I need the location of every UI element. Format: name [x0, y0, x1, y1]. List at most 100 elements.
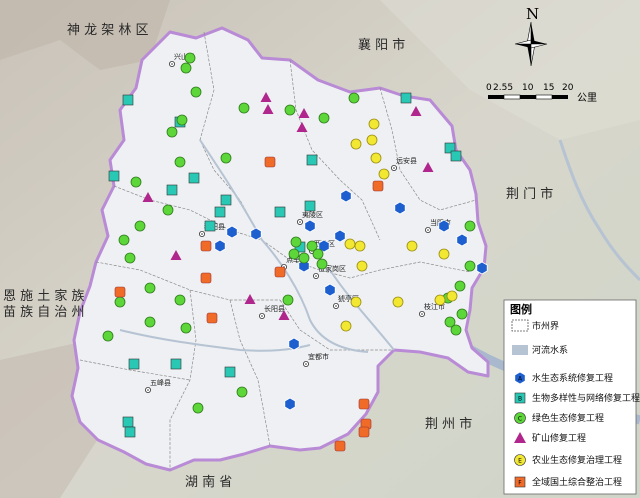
biodiversity-marker	[124, 426, 136, 438]
water-eco-marker	[214, 239, 226, 253]
legend-item-river: 河流水系	[512, 344, 568, 356]
legend-label: 绿色生态修复工程	[532, 412, 604, 424]
county-name: 夷陵区	[302, 210, 323, 219]
agri-eco-marker	[350, 138, 362, 150]
green-eco-marker	[190, 86, 202, 98]
agri-eco-marker	[378, 168, 390, 180]
legend-label: 生物多样性与网络修复工程	[532, 392, 640, 404]
biodiversity-marker	[204, 220, 216, 232]
scale-tick-2: 10	[522, 83, 534, 93]
green-eco-marker	[176, 114, 188, 126]
water-eco-marker	[476, 261, 488, 275]
green-eco-marker	[184, 52, 196, 64]
water-eco-marker	[288, 337, 300, 351]
green-eco-marker	[180, 62, 192, 74]
green-eco-marker	[318, 112, 330, 124]
land-consolidation-marker	[114, 286, 126, 298]
green-eco-marker	[124, 252, 136, 264]
legend-symbol-letter: F	[518, 480, 522, 487]
green-eco-marker	[114, 296, 126, 308]
biodiversity-marker	[122, 94, 134, 106]
legend-symbol-letter: C	[518, 416, 522, 423]
land-consolidation-marker	[264, 156, 276, 168]
label-jingzhou: 荆 州 市	[425, 416, 472, 432]
green-eco-marker	[130, 176, 142, 188]
legend-label: 河流水系	[532, 344, 568, 356]
label-hunan: 湖 南 省	[185, 474, 232, 490]
green-eco-marker	[174, 156, 186, 168]
legend-label: 农业生态修复治理工程	[532, 454, 622, 466]
green-eco-marker	[284, 104, 296, 116]
green-eco-marker	[236, 386, 248, 398]
county-name: 宜都市	[308, 352, 329, 361]
label-enshi-1: 恩 施 土 家 族	[3, 288, 85, 304]
map-svg: 神 龙 架 林 区 襄 阳 市 荆 门 市 恩 施 土 家 族 苗 族 自 治 …	[0, 0, 640, 498]
biodiversity-marker	[128, 358, 140, 370]
legend-title: 图例	[510, 302, 532, 316]
green-eco-marker	[282, 294, 294, 306]
scale-tick-1: 2.55	[493, 83, 513, 93]
green-eco-marker	[298, 252, 310, 264]
green-eco-marker	[312, 248, 324, 260]
biodiversity-marker	[304, 200, 316, 212]
biodiversity-marker	[274, 206, 286, 218]
green-eco-marker	[144, 316, 156, 328]
water-eco-marker	[334, 229, 346, 243]
green-eco-marker	[174, 294, 186, 306]
agri-eco-marker	[438, 248, 450, 260]
agri-eco-marker	[344, 238, 356, 250]
agri-eco-marker	[340, 320, 352, 332]
green-eco-marker	[180, 322, 192, 334]
land-consolidation-marker	[358, 426, 370, 438]
green-eco-marker	[316, 258, 328, 270]
agri-eco-marker	[370, 152, 382, 164]
water-eco-marker	[226, 225, 238, 239]
county-name: 远安县	[396, 156, 417, 165]
biodiversity-marker	[306, 154, 318, 166]
legend-item-f: F 全域国土综合整治工程	[514, 476, 622, 488]
green-eco-marker	[220, 152, 232, 164]
land-consolidation-marker	[274, 266, 286, 278]
water-eco-marker	[250, 227, 262, 241]
land-consolidation-marker	[358, 398, 370, 410]
agri-eco-marker	[366, 134, 378, 146]
legend-label: 市州界	[532, 320, 559, 332]
green-eco-marker	[192, 402, 204, 414]
legend-symbol-letter: E	[518, 458, 522, 465]
label-shennongjia: 神 龙 架 林 区	[67, 23, 149, 38]
water-eco-marker	[456, 233, 468, 247]
legend-item-b: B 生物多样性与网络修复工程	[514, 392, 640, 404]
water-eco-marker	[284, 397, 296, 411]
agri-eco-marker	[406, 240, 418, 252]
water-eco-marker	[324, 283, 336, 297]
water-eco-marker	[340, 189, 352, 203]
land-consolidation-marker	[206, 312, 218, 324]
label-enshi-2: 苗 族 自 治 州	[3, 304, 85, 320]
agri-eco-marker	[356, 260, 368, 272]
green-eco-marker	[134, 220, 146, 232]
scale-tick-0: 0	[486, 83, 492, 93]
green-eco-marker	[444, 316, 456, 328]
green-eco-marker	[162, 204, 174, 216]
scale-unit: 公里	[577, 92, 597, 104]
green-eco-marker	[456, 308, 468, 320]
biodiversity-marker	[170, 358, 182, 370]
green-eco-marker	[464, 260, 476, 272]
agri-eco-marker	[446, 290, 458, 302]
scale-tick-4: 20	[562, 83, 574, 93]
map-canvas: 神 龙 架 林 区 襄 阳 市 荆 门 市 恩 施 土 家 族 苗 族 自 治 …	[0, 0, 640, 498]
legend-label: 矿山修复工程	[532, 432, 586, 444]
water-eco-marker	[304, 219, 316, 233]
agri-eco-marker	[392, 296, 404, 308]
green-eco-marker	[290, 236, 302, 248]
water-eco-marker	[438, 219, 450, 233]
green-eco-marker	[144, 282, 156, 294]
scale-tick-3: 15	[543, 83, 554, 93]
land-consolidation-marker	[334, 440, 346, 452]
biodiversity-marker	[122, 416, 134, 428]
green-eco-marker	[118, 234, 130, 246]
label-jingmen: 荆 门 市	[506, 186, 553, 202]
legend-label: 水生态系统修复工程	[532, 372, 613, 384]
green-eco-marker	[238, 102, 250, 114]
legend: 图例 市州界河流水系A 水生态系统修复工程B 生物多样性与网络修复工程C 绿色生态修复…	[503, 299, 640, 495]
